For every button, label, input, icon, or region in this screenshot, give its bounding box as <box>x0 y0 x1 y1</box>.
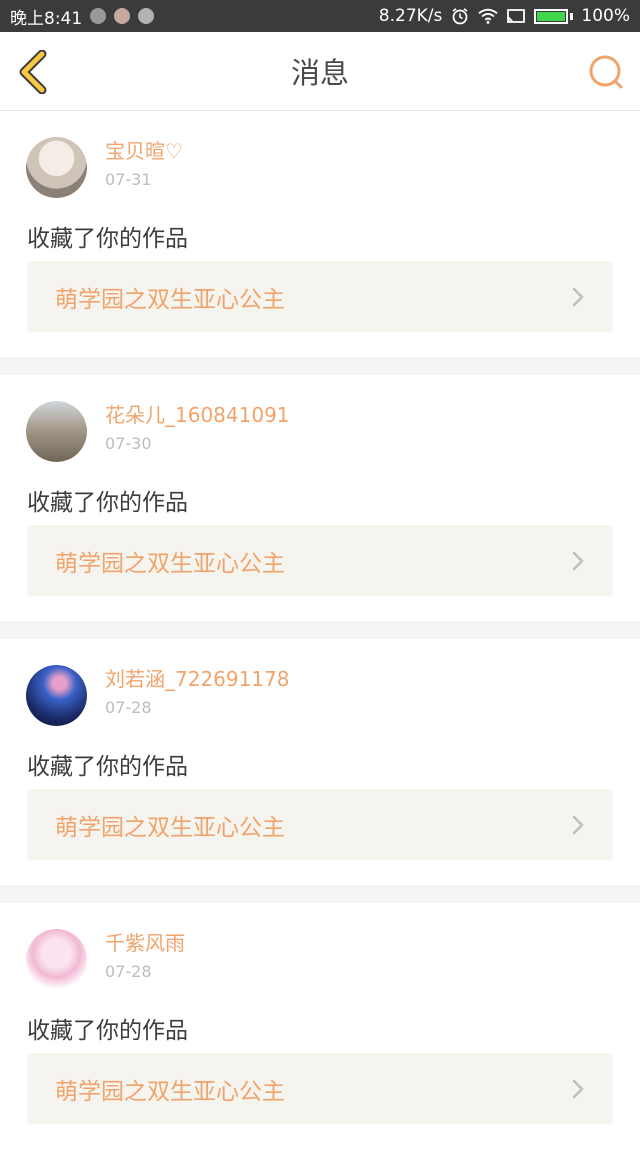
status-bar-right: 8.27K/s 100% <box>379 6 630 26</box>
message-card: 千紫风雨 07-28 收藏了你的作品 萌学园之双生亚心公主 <box>0 903 640 1149</box>
status-bar: 晚上8:41 8.27K/s 100% <box>0 0 640 32</box>
app-header: 消息 <box>0 32 640 111</box>
message-date: 07-30 <box>105 434 152 453</box>
work-title: 萌学园之双生亚心公主 <box>55 814 285 841</box>
status-bar-left: 晚上8:41 <box>10 4 155 29</box>
avatar[interactable] <box>26 665 87 726</box>
message-card: 宝贝暄♡ 07-31 收藏了你的作品 萌学园之双生亚心公主 <box>0 111 640 357</box>
alarm-icon <box>452 8 468 25</box>
chevron-right-icon <box>572 287 584 306</box>
page-title: 消息 <box>290 56 349 90</box>
username[interactable]: 花朵儿_160841091 <box>105 403 290 427</box>
avatar[interactable] <box>26 929 87 990</box>
status-time: 晚上8:41 <box>10 8 83 29</box>
username[interactable]: 刘若涵_722691178 <box>105 667 290 691</box>
screen-cast-icon <box>507 9 526 23</box>
chevron-right-icon <box>572 551 584 570</box>
chevron-right-icon <box>572 1079 584 1098</box>
message-date: 07-31 <box>105 170 152 189</box>
work-link[interactable]: 萌学园之双生亚心公主 <box>27 789 613 860</box>
username[interactable]: 千紫风雨 <box>105 931 185 955</box>
message-card: 花朵儿_160841091 07-30 收藏了你的作品 萌学园之双生亚心公主 <box>0 375 640 621</box>
username[interactable]: 宝贝暄♡ <box>105 139 183 163</box>
search-icon[interactable] <box>586 52 626 92</box>
back-chevron-icon[interactable] <box>14 50 54 94</box>
avatar[interactable] <box>26 137 87 198</box>
network-speed: 8.27K/s <box>378 6 443 26</box>
message-action-text: 收藏了你的作品 <box>27 490 188 516</box>
avatar[interactable] <box>26 401 87 462</box>
message-action-text: 收藏了你的作品 <box>27 1018 188 1044</box>
notification-icon <box>138 8 155 24</box>
work-title: 萌学园之双生亚心公主 <box>55 550 285 577</box>
work-link[interactable]: 萌学园之双生亚心公主 <box>27 525 613 596</box>
message-action-text: 收藏了你的作品 <box>27 226 188 252</box>
work-title: 萌学园之双生亚心公主 <box>55 1078 285 1105</box>
battery-icon <box>534 8 574 24</box>
message-card: 刘若涵_722691178 07-28 收藏了你的作品 萌学园之双生亚心公主 <box>0 639 640 885</box>
work-link[interactable]: 萌学园之双生亚心公主 <box>27 261 613 332</box>
message-user-row[interactable]: 花朵儿_160841091 07-30 <box>26 401 290 462</box>
message-list: 宝贝暄♡ 07-31 收藏了你的作品 萌学园之双生亚心公主 花朵儿_160841… <box>0 111 640 1149</box>
message-action-text: 收藏了你的作品 <box>27 754 188 780</box>
notification-icon <box>90 8 107 24</box>
chevron-right-icon <box>572 815 584 834</box>
message-date: 07-28 <box>105 698 152 717</box>
message-user-row[interactable]: 刘若涵_722691178 07-28 <box>26 665 290 726</box>
work-link[interactable]: 萌学园之双生亚心公主 <box>27 1053 613 1124</box>
message-user-row[interactable]: 千紫风雨 07-28 <box>26 929 185 990</box>
notification-icon <box>114 8 131 24</box>
work-title: 萌学园之双生亚心公主 <box>55 286 285 313</box>
battery-level: 100% <box>581 6 630 26</box>
message-user-row[interactable]: 宝贝暄♡ 07-31 <box>26 137 183 198</box>
wifi-icon <box>478 8 499 24</box>
message-date: 07-28 <box>105 962 152 981</box>
